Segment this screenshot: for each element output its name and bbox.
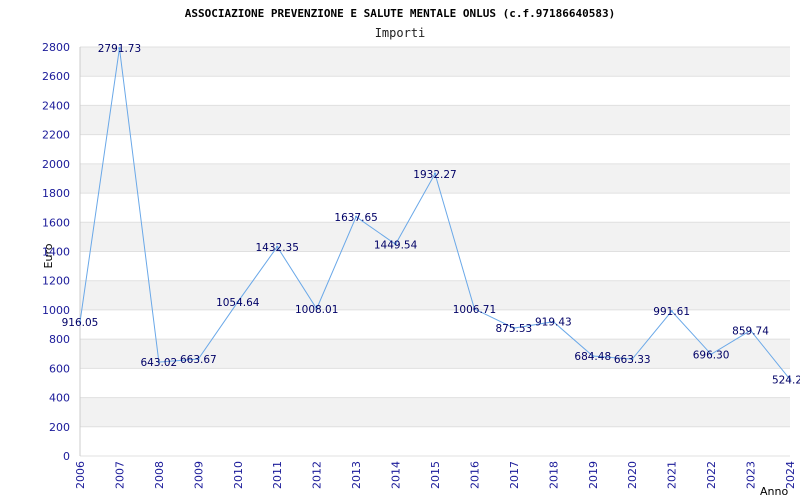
y-tick-label: 2400 (42, 99, 70, 112)
x-tick-label: 2011 (271, 461, 284, 489)
y-tick-label: 1600 (42, 216, 70, 229)
grid-band (80, 193, 790, 223)
grid-band (80, 222, 790, 252)
grid-band (80, 251, 790, 281)
data-label: 663.67 (180, 354, 217, 366)
grid-band (80, 105, 790, 135)
data-label: 696.30 (693, 349, 730, 361)
x-tick-label: 2010 (232, 461, 245, 489)
data-label: 1637.65 (334, 212, 377, 224)
grid-band (80, 134, 790, 164)
grid-band (80, 397, 790, 427)
y-tick-label: 1400 (42, 246, 70, 259)
x-tick-label: 2023 (745, 461, 758, 489)
data-label: 1432.35 (256, 242, 299, 254)
data-label: 663.33 (614, 354, 651, 366)
x-tick-label: 2008 (153, 461, 166, 489)
x-tick-label: 2020 (626, 461, 639, 489)
y-tick-label: 2000 (42, 158, 70, 171)
data-label: 1054.64 (216, 297, 260, 309)
data-label: 991.61 (653, 306, 690, 318)
y-tick-label: 1800 (42, 187, 70, 200)
grid-band (80, 368, 790, 398)
data-label: 1008.01 (295, 304, 338, 316)
data-label: 1932.27 (413, 169, 456, 181)
grid-band (80, 426, 790, 456)
data-label: 524.2 (772, 374, 800, 386)
data-label: 2791.73 (98, 43, 141, 55)
x-tick-label: 2009 (192, 461, 205, 489)
y-tick-label: 2200 (42, 129, 70, 142)
data-label: 919.43 (535, 317, 572, 329)
x-axis-ticks: 2006 2007 2008 2009 2010 2011 2012 2013 2014 2015… (74, 461, 797, 489)
y-tick-label: 1000 (42, 304, 70, 317)
x-tick-label: 2019 (587, 461, 600, 489)
y-tick-label: 0 (63, 450, 70, 463)
data-label: 684.48 (574, 351, 611, 363)
chart-subtitle: Importi (375, 26, 426, 40)
data-label: 916.05 (62, 317, 99, 329)
y-tick-label: 400 (49, 392, 70, 405)
data-label: 643.02 (141, 357, 178, 369)
y-tick-label: 2800 (42, 41, 70, 54)
x-tick-label: 2006 (74, 461, 87, 489)
grid-band (80, 76, 790, 106)
y-tick-label: 1200 (42, 275, 70, 288)
y-tick-label: 800 (49, 333, 70, 346)
x-tick-label: 2012 (311, 461, 324, 489)
x-tick-label: 2007 (113, 461, 126, 489)
x-tick-label: 2013 (350, 461, 363, 489)
data-label: 859.74 (732, 325, 769, 337)
line-chart: ASSOCIAZIONE PREVENZIONE E SALUTE MENTAL… (42, 7, 800, 498)
grid-band (80, 47, 790, 77)
data-label: 1449.54 (374, 239, 418, 251)
data-label: 875.53 (496, 323, 533, 335)
y-axis-ticks: 0 200 400 600 800 1000 1200 1400 1600 1800 2000 220… (42, 41, 70, 463)
x-tick-label: 2014 (390, 461, 403, 489)
x-tick-label: 2016 (468, 461, 481, 489)
y-tick-label: 2600 (42, 70, 70, 83)
x-tick-label: 2022 (705, 461, 718, 489)
chart-title: ASSOCIAZIONE PREVENZIONE E SALUTE MENTAL… (185, 7, 615, 20)
x-tick-label: 2024 (784, 461, 797, 489)
data-label: 1006.71 (453, 304, 496, 316)
x-tick-label: 2017 (508, 461, 521, 489)
x-tick-label: 2015 (429, 461, 442, 489)
x-tick-label: 2021 (666, 461, 679, 489)
y-tick-label: 200 (49, 421, 70, 434)
y-tick-label: 600 (49, 362, 70, 375)
x-tick-label: 2018 (547, 461, 560, 489)
